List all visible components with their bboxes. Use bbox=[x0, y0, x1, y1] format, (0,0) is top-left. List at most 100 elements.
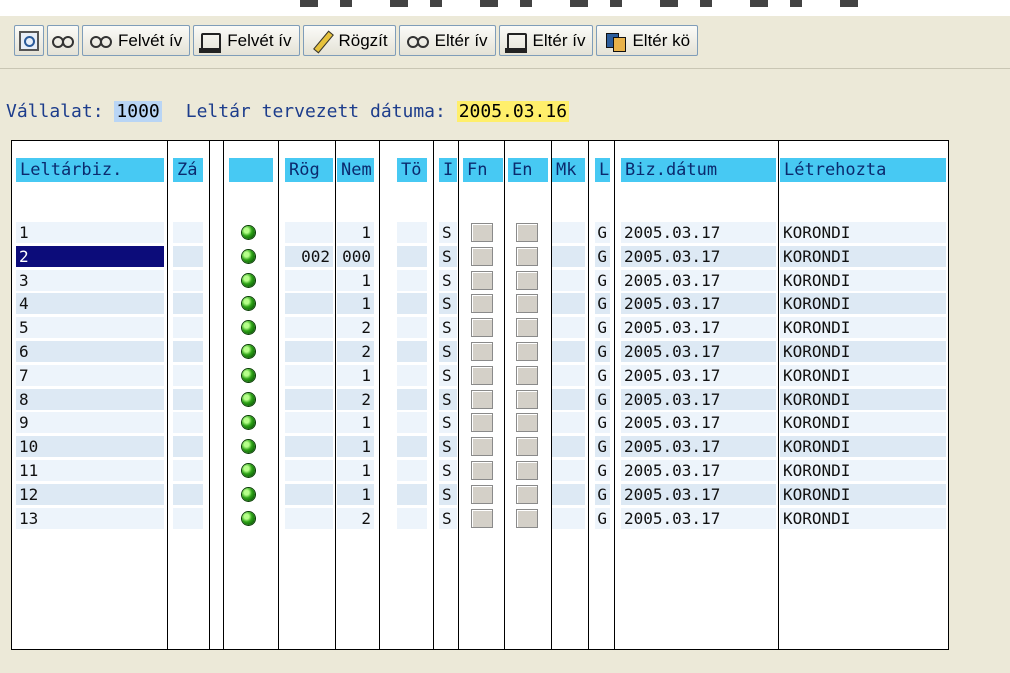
cell-created-by: KORONDI bbox=[780, 364, 946, 386]
cell-created-by: KORONDI bbox=[780, 269, 946, 291]
cell-not-counted: 000 bbox=[337, 245, 374, 267]
column-header-deleted-flag[interactable]: Tö bbox=[397, 158, 427, 182]
cell-inventory-type: S bbox=[439, 460, 457, 481]
cell-posted-count bbox=[285, 317, 333, 339]
overview-button[interactable] bbox=[14, 25, 44, 56]
column-header-mk-flag[interactable]: Mk bbox=[552, 158, 585, 182]
freeze-checkbox[interactable] bbox=[471, 461, 493, 480]
print-difference-button[interactable]: Eltér ív bbox=[498, 25, 594, 56]
print-count-sheet-button[interactable]: Felvét ív bbox=[193, 25, 300, 56]
freeze-checkbox[interactable] bbox=[471, 270, 493, 290]
cell-deleted-flag bbox=[397, 341, 427, 362]
cell-document-number[interactable]: 12 bbox=[16, 483, 164, 505]
freeze-checkbox[interactable] bbox=[471, 508, 493, 528]
cell-doc-date: 2005.03.17 bbox=[621, 317, 776, 339]
freeze-checkbox[interactable] bbox=[471, 318, 493, 338]
cell-deleted-flag bbox=[397, 412, 427, 434]
freeze-checkbox[interactable] bbox=[471, 365, 493, 385]
cell-created-by: KORONDI bbox=[780, 412, 946, 434]
cell-l-flag: G bbox=[595, 436, 610, 458]
block-checkbox[interactable] bbox=[516, 484, 538, 504]
button-label: Felvét ív bbox=[118, 30, 183, 50]
cell-document-number[interactable]: 9 bbox=[16, 412, 164, 434]
cell-deleted-flag bbox=[397, 460, 427, 481]
cell-document-number[interactable]: 1 bbox=[16, 222, 164, 243]
cell-document-number[interactable]: 8 bbox=[16, 388, 164, 410]
block-checkbox[interactable] bbox=[516, 508, 538, 528]
column-header-posting-block[interactable]: En bbox=[508, 158, 548, 182]
block-checkbox[interactable] bbox=[516, 223, 538, 242]
freeze-checkbox[interactable] bbox=[471, 294, 493, 314]
column-header-document-number[interactable]: Leltárbiz. bbox=[16, 158, 164, 182]
block-checkbox[interactable] bbox=[516, 318, 538, 338]
display-button[interactable] bbox=[47, 25, 79, 56]
freeze-checkbox[interactable] bbox=[471, 246, 493, 266]
cell-document-number[interactable]: 5 bbox=[16, 317, 164, 339]
button-label: Eltér ív bbox=[434, 30, 488, 50]
cell-closed-flag bbox=[173, 436, 203, 458]
cell-document-number[interactable]: 11 bbox=[16, 460, 164, 481]
cell-document-number[interactable]: 6 bbox=[16, 341, 164, 362]
column-divider bbox=[588, 141, 589, 649]
cell-l-flag: G bbox=[595, 293, 610, 315]
cell-doc-date: 2005.03.17 bbox=[621, 364, 776, 386]
column-header-doc-date[interactable]: Biz.dátum bbox=[621, 158, 776, 182]
column-header-not-counted[interactable]: Nem bbox=[337, 158, 374, 182]
cell-closed-flag bbox=[173, 269, 203, 291]
cell-doc-date: 2005.03.17 bbox=[621, 341, 776, 362]
freeze-checkbox[interactable] bbox=[471, 484, 493, 504]
cell-deleted-flag bbox=[397, 388, 427, 410]
freeze-checkbox[interactable] bbox=[471, 437, 493, 457]
glasses-icon bbox=[90, 31, 112, 51]
status-green-light-icon bbox=[242, 464, 255, 477]
freeze-checkbox[interactable] bbox=[471, 413, 493, 433]
cell-created-by: KORONDI bbox=[780, 245, 946, 267]
cell-posted-count bbox=[285, 364, 333, 386]
cell-doc-date: 2005.03.17 bbox=[621, 293, 776, 315]
cell-mk-flag bbox=[552, 341, 585, 362]
column-header-created-by[interactable]: Létrehozta bbox=[780, 158, 946, 182]
cell-document-number[interactable]: 10 bbox=[16, 436, 164, 458]
cell-created-by: KORONDI bbox=[780, 436, 946, 458]
column-header-status[interactable] bbox=[229, 158, 273, 182]
column-header-freeze-flag[interactable]: Fn bbox=[463, 158, 503, 182]
freeze-checkbox[interactable] bbox=[471, 389, 493, 409]
cell-posted-count bbox=[285, 293, 333, 315]
cell-doc-date: 2005.03.17 bbox=[621, 245, 776, 267]
cell-inventory-type: S bbox=[439, 293, 457, 315]
cell-document-number[interactable]: 2 bbox=[16, 245, 164, 267]
block-checkbox[interactable] bbox=[516, 461, 538, 480]
inventory-document-table: Leltárbiz. Zá Rög Nem Tö I Fn En Mk L Biz.dátum Lét… bbox=[11, 140, 949, 650]
display-difference-button[interactable]: Eltér ív bbox=[398, 25, 496, 56]
cell-created-by: KORONDI bbox=[780, 293, 946, 315]
block-checkbox[interactable] bbox=[516, 342, 538, 361]
block-checkbox[interactable] bbox=[516, 246, 538, 266]
cell-inventory-type: S bbox=[439, 483, 457, 505]
freeze-checkbox[interactable] bbox=[471, 342, 493, 361]
cell-mk-flag bbox=[552, 388, 585, 410]
cell-posted-count: 002 bbox=[285, 245, 333, 267]
block-checkbox[interactable] bbox=[516, 365, 538, 385]
block-checkbox[interactable] bbox=[516, 270, 538, 290]
cell-document-number[interactable]: 4 bbox=[16, 293, 164, 315]
printer-icon bbox=[199, 32, 222, 53]
column-header-l-flag[interactable]: L bbox=[595, 158, 610, 182]
cell-deleted-flag bbox=[397, 269, 427, 291]
column-divider bbox=[209, 141, 210, 649]
freeze-checkbox[interactable] bbox=[471, 223, 493, 242]
column-divider bbox=[778, 141, 779, 649]
block-checkbox[interactable] bbox=[516, 294, 538, 314]
block-checkbox[interactable] bbox=[516, 437, 538, 457]
cell-created-by: KORONDI bbox=[780, 483, 946, 505]
display-count-sheet-button[interactable]: Felvét ív bbox=[82, 25, 191, 56]
column-header-closed-flag[interactable]: Zá bbox=[173, 158, 203, 182]
cell-document-number[interactable]: 7 bbox=[16, 364, 164, 386]
post-button[interactable]: Rögzít bbox=[302, 25, 396, 56]
cell-document-number[interactable]: 13 bbox=[16, 507, 164, 529]
column-header-inventory-type[interactable]: I bbox=[439, 158, 457, 182]
difference-list-button[interactable]: Eltér kö bbox=[596, 25, 699, 56]
block-checkbox[interactable] bbox=[516, 413, 538, 433]
cell-document-number[interactable]: 3 bbox=[16, 269, 164, 291]
block-checkbox[interactable] bbox=[516, 389, 538, 409]
column-header-posted-count[interactable]: Rög bbox=[285, 158, 333, 182]
